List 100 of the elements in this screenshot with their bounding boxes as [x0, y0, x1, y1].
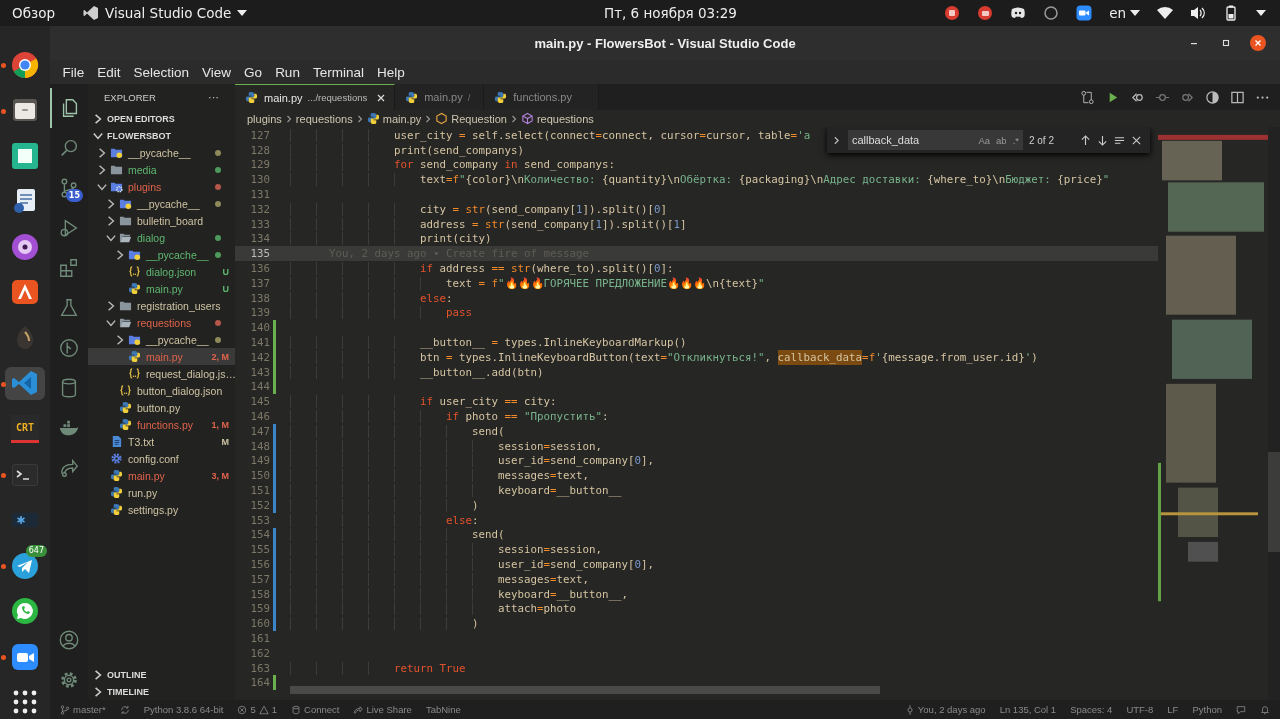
- status-item[interactable]: UTF-8: [1126, 704, 1154, 715]
- menu-item[interactable]: File: [56, 64, 91, 80]
- find-option-toggle[interactable]: .*: [1012, 134, 1019, 146]
- code-line: else:: [290, 513, 479, 527]
- code-line: session=session,: [290, 439, 603, 453]
- line-number: 133: [249, 217, 270, 231]
- status-item[interactable]: Python 3.8.6 64-bit: [143, 704, 224, 715]
- arrow-up-icon[interactable]: [1080, 134, 1091, 146]
- file-tree-item[interactable]: registration_users: [88, 297, 235, 314]
- menu-item[interactable]: View: [195, 64, 238, 80]
- tray-app-icon[interactable]: [944, 5, 961, 21]
- section-header[interactable]: TIMELINE: [88, 683, 235, 700]
- file-tree-item[interactable]: T3.txt M: [88, 433, 235, 450]
- file-tree-item[interactable]: run.py: [88, 484, 235, 501]
- file-tree-item[interactable]: plugins: [88, 178, 235, 195]
- tray-app-icon[interactable]: [977, 5, 994, 21]
- line-number: 141: [249, 336, 270, 350]
- code-line: pass: [290, 306, 472, 320]
- app-menu[interactable]: Visual Studio Code: [82, 5, 248, 21]
- breadcrumb-item[interactable]: requestions: [520, 112, 594, 125]
- close-icon[interactable]: [1131, 134, 1142, 146]
- find-option-toggle[interactable]: Aa: [978, 134, 991, 146]
- menu-item[interactable]: Run: [268, 64, 307, 80]
- section-header[interactable]: OPEN EDITORS: [88, 110, 235, 127]
- connect-button[interactable]: Connect: [291, 704, 340, 715]
- file-tree-item[interactable]: request_dialog.js…: [88, 365, 235, 382]
- section-header[interactable]: OUTLINE: [88, 666, 235, 683]
- status-item[interactable]: LF: [1167, 704, 1179, 715]
- file-tree-item[interactable]: requestions: [88, 314, 235, 331]
- arrow-down-icon[interactable]: [1097, 134, 1108, 146]
- problems-indicator[interactable]: 5 1: [237, 704, 278, 715]
- live-share-button[interactable]: Live Share: [353, 704, 412, 715]
- toggle-icon[interactable]: [1205, 89, 1220, 105]
- close-button[interactable]: [1250, 35, 1266, 51]
- file-tree-item[interactable]: media: [88, 161, 235, 178]
- video-camera-icon[interactable]: [1076, 5, 1093, 21]
- line-number: 134: [249, 232, 270, 246]
- clock[interactable]: Пт, 6 ноября 03:29: [604, 5, 737, 21]
- file-tree-item[interactable]: dialog: [88, 229, 235, 246]
- menu-item[interactable]: Terminal: [306, 64, 371, 80]
- code-line: print(city): [290, 232, 492, 246]
- close-icon[interactable]: [376, 92, 387, 103]
- activity-bar-item[interactable]: 15: [50, 168, 88, 208]
- editor-tab[interactable]: main.py .../requestions: [235, 84, 396, 110]
- file-tree-item[interactable]: __pycache__: [88, 195, 235, 212]
- breadcrumb-item[interactable]: Requestion: [435, 112, 507, 125]
- file-tree-item[interactable]: dialog.json U: [88, 263, 235, 280]
- notifications-icon[interactable]: [1260, 704, 1270, 715]
- line-number: 150: [249, 469, 270, 483]
- file-tree-item[interactable]: main.py 3, M: [88, 467, 235, 484]
- editor-tab[interactable]: functions.py: [484, 84, 600, 110]
- code-line: text=f"{color}\nКоличество: {quantity}\nОбёртка: {packaging}\nАдрес доставки: {where_to}\nБюджет: {price}": [290, 173, 1110, 187]
- selection-icon[interactable]: [1114, 134, 1125, 146]
- status-item[interactable]: Spaces: 4: [1070, 704, 1113, 715]
- file-tree-item[interactable]: __pycache__: [88, 246, 235, 263]
- file-tree-item[interactable]: bulletin_board: [88, 212, 235, 229]
- find-input[interactable]: callback_data Aa ab .*: [847, 130, 1023, 150]
- activities-button[interactable]: Обзор: [0, 5, 67, 21]
- file-name: requestions: [137, 316, 193, 329]
- split-editor-icon[interactable]: [1230, 89, 1245, 105]
- branch-indicator[interactable]: master*: [60, 704, 106, 715]
- editor-tab[interactable]: main.py /: [395, 84, 485, 110]
- line-number: 160: [249, 617, 270, 631]
- volume-icon[interactable]: [1190, 5, 1206, 21]
- menu-item[interactable]: Go: [237, 64, 269, 80]
- dock-item[interactable]: CRT: [5, 412, 45, 446]
- code-line: if photo == "Пропустить":: [290, 410, 609, 424]
- status-item[interactable]: Ln 135, Col 1: [999, 704, 1057, 715]
- game-controller-icon[interactable]: [1010, 5, 1027, 21]
- file-tree-item[interactable]: config.conf: [88, 450, 235, 467]
- sync-icon[interactable]: [119, 704, 130, 715]
- wifi-icon[interactable]: [1157, 5, 1173, 21]
- feedback-icon[interactable]: [1236, 704, 1246, 715]
- find-option-toggle[interactable]: ab: [996, 134, 1007, 146]
- diff-icon[interactable]: [1080, 89, 1095, 105]
- breadcrumb-item[interactable]: main.py: [366, 112, 422, 125]
- more-actions-button[interactable]: ···: [208, 91, 219, 103]
- blame-status[interactable]: You, 2 days ago: [904, 704, 986, 715]
- menu-item[interactable]: Selection: [127, 64, 196, 80]
- file-tree-item[interactable]: main.py U: [88, 280, 235, 297]
- caret-icon[interactable]: [1256, 10, 1266, 16]
- horizontal-scrollbar[interactable]: [290, 686, 880, 694]
- file-tree-item[interactable]: button.py: [88, 399, 235, 416]
- file-tree-item[interactable]: __pycache__: [88, 331, 235, 348]
- vertical-scrollbar[interactable]: [1268, 127, 1280, 700]
- breadcrumb-item[interactable]: requestions: [295, 112, 353, 125]
- file-tree-item[interactable]: functions.py 1, M: [88, 416, 235, 433]
- code-line: for send_company in send_companys:: [290, 158, 616, 172]
- menu-item[interactable]: Edit: [90, 64, 128, 80]
- breadcrumb-item[interactable]: plugins: [247, 112, 282, 125]
- python-file-icon: [110, 503, 123, 516]
- file-tree-item[interactable]: settings.py: [88, 501, 235, 518]
- keyboard-layout-menu[interactable]: en: [1109, 5, 1140, 21]
- status-item[interactable]: Python: [1192, 704, 1222, 715]
- file-tree-item[interactable]: __pycache__: [88, 144, 235, 161]
- section-header[interactable]: FLOWERSBOT: [88, 127, 235, 144]
- status-item[interactable]: TabNine: [425, 704, 461, 715]
- battery-icon[interactable]: [1223, 5, 1239, 21]
- file-tree-item[interactable]: button_dialog.json: [88, 382, 235, 399]
- menu-item[interactable]: Help: [370, 64, 412, 80]
